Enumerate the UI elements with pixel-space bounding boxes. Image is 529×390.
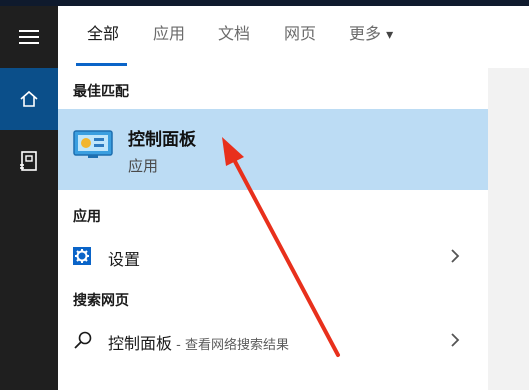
preview-pane	[488, 68, 529, 390]
tab-documents[interactable]: 文档	[218, 20, 250, 44]
tab-apps[interactable]: 应用	[153, 20, 185, 44]
chevron-right-icon[interactable]	[450, 332, 460, 348]
web-result-hint: - 查看网络搜索结果	[172, 338, 289, 353]
section-apps: 应用	[73, 209, 101, 225]
app-result-settings[interactable]: 设置	[58, 236, 488, 276]
best-match-subtitle: 应用	[128, 157, 159, 175]
home-button[interactable]	[0, 68, 58, 130]
menu-button[interactable]	[0, 6, 58, 68]
web-result-item[interactable]: 控制面板 - 查看网络搜索结果	[58, 320, 488, 360]
web-result-query: 控制面板	[108, 334, 173, 353]
left-rail	[0, 6, 58, 390]
tab-more[interactable]: 更多 ▾	[349, 20, 393, 44]
search-panel: 全部 应用 文档 网页 更多 ▾ 最佳匹配 控制面板 应用 应用 设置 搜索网页…	[58, 6, 529, 390]
document-icon	[20, 151, 37, 171]
hamburger-menu-icon	[19, 30, 39, 44]
settings-gear-icon	[73, 247, 91, 265]
tab-more-label: 更多	[349, 24, 382, 43]
results-list: 最佳匹配 控制面板 应用 应用 设置 搜索网页 控制面板 - 查看网络搜索结果	[58, 68, 488, 390]
best-match-title: 控制面板	[128, 130, 196, 150]
tab-web[interactable]: 网页	[284, 20, 316, 44]
app-result-label: 设置	[108, 250, 141, 269]
active-tab-indicator	[76, 63, 127, 66]
filter-tabs: 全部 应用 文档 网页 更多 ▾	[58, 6, 529, 69]
chevron-right-icon[interactable]	[450, 248, 460, 264]
chevron-down-icon: ▾	[386, 27, 394, 43]
best-match-item[interactable]: 控制面板 应用	[58, 109, 488, 190]
web-result-label: 控制面板 - 查看网络搜索结果	[108, 330, 289, 354]
documents-button[interactable]	[0, 130, 58, 192]
tab-all[interactable]: 全部	[87, 20, 119, 44]
section-best-match: 最佳匹配	[73, 84, 129, 100]
home-icon	[20, 90, 38, 107]
control-panel-icon	[73, 130, 113, 158]
search-icon	[74, 331, 92, 349]
section-web: 搜索网页	[73, 293, 129, 309]
